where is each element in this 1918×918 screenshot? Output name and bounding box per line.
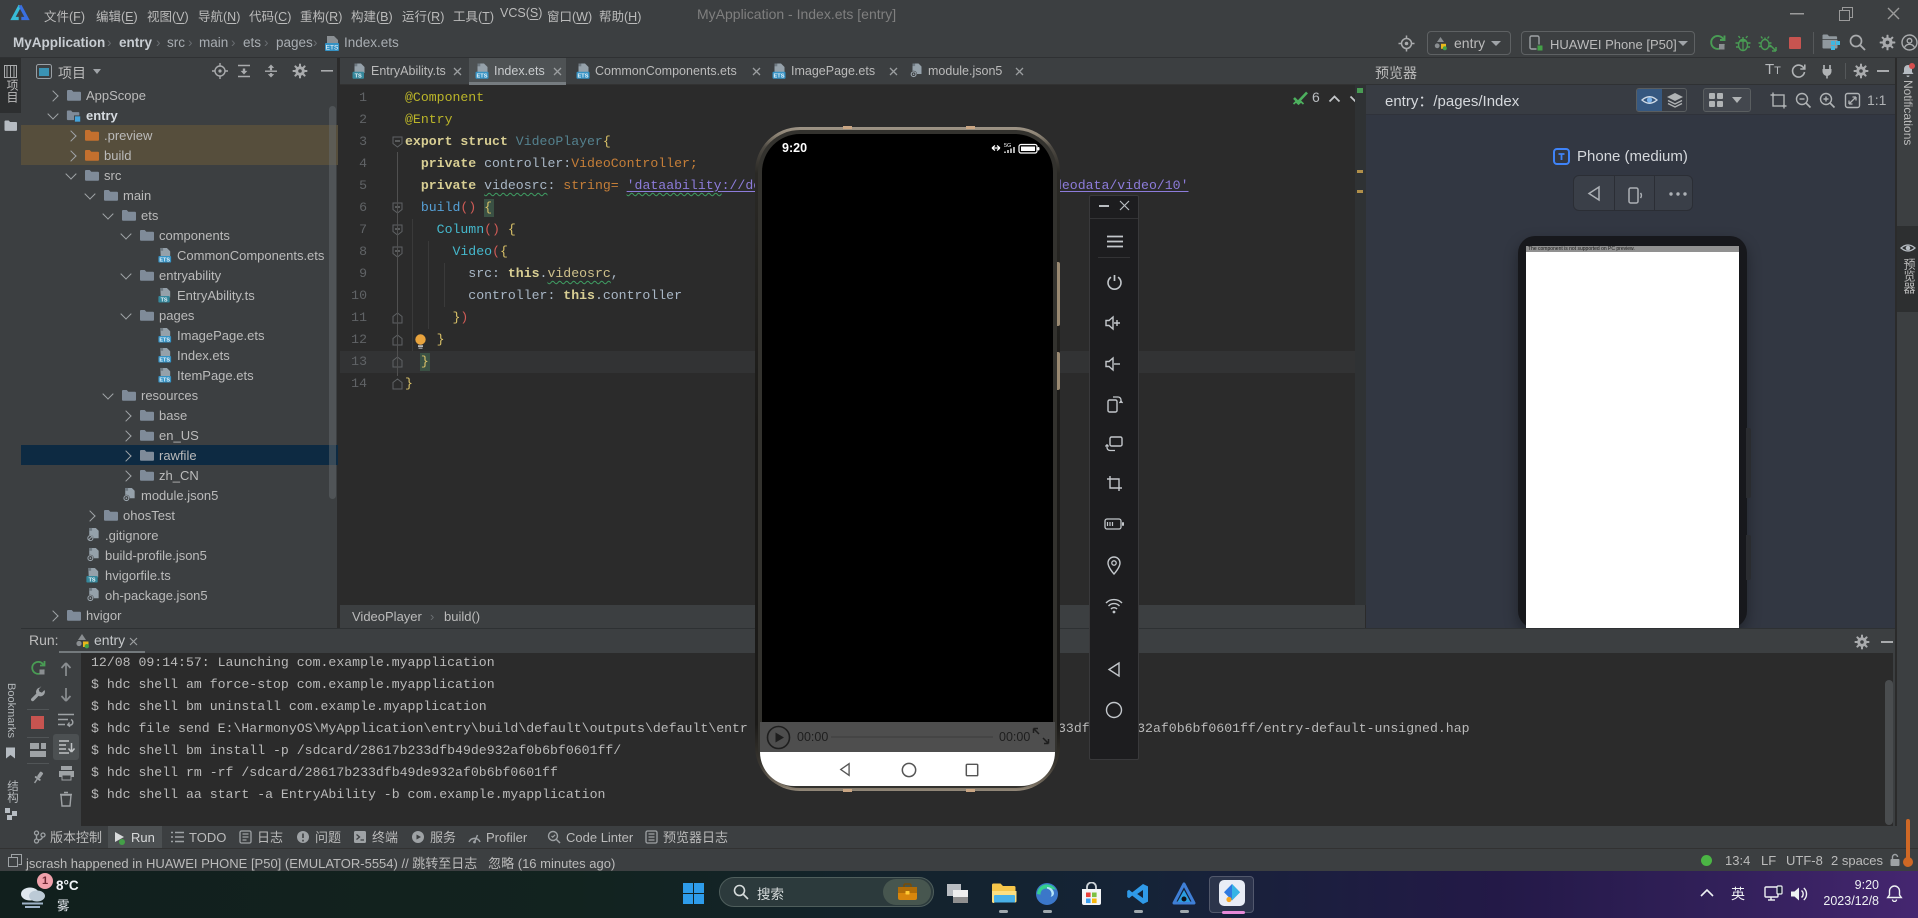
svg-text:ETS: ETS xyxy=(159,257,170,263)
svg-text:ETS: ETS xyxy=(159,357,170,363)
svg-text:ETS: ETS xyxy=(774,74,785,79)
svg-text:ETS: ETS xyxy=(159,377,170,383)
svg-text:5G: 5G xyxy=(1004,143,1011,149)
svg-text:ETS: ETS xyxy=(578,74,589,79)
svg-text:TS: TS xyxy=(355,74,362,79)
svg-text:TS: TS xyxy=(89,577,96,583)
svg-text:TS: TS xyxy=(161,297,168,303)
svg-text:ETS: ETS xyxy=(159,337,170,343)
svg-text:ETS: ETS xyxy=(326,45,339,52)
svg-text:ETS: ETS xyxy=(477,74,488,79)
